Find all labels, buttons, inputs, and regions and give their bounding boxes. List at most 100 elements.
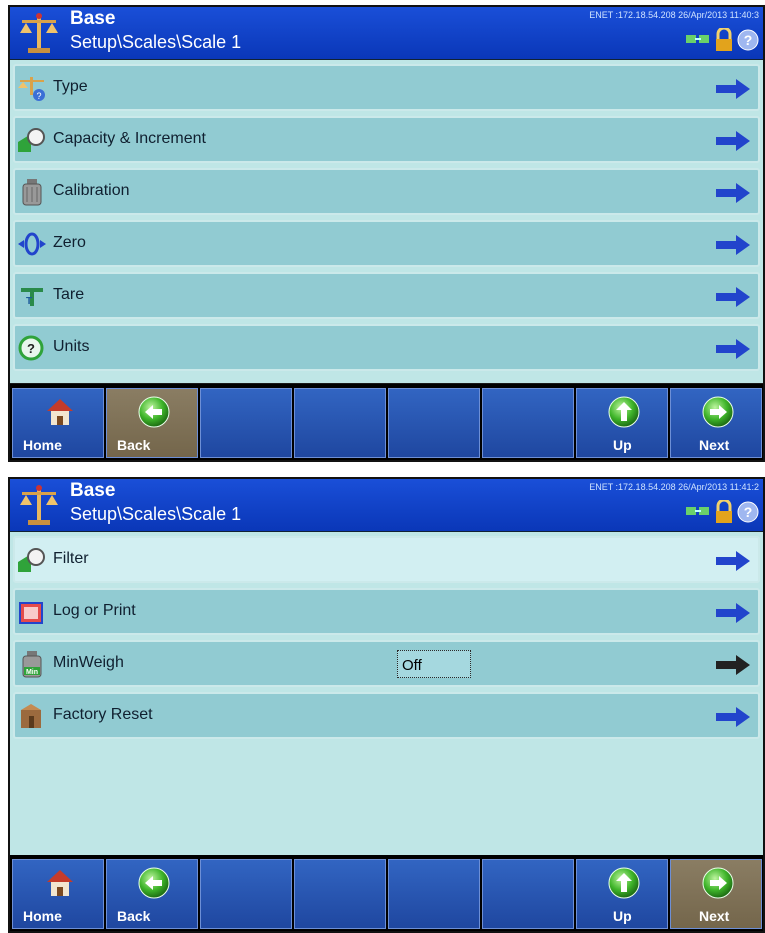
arrow-right-icon[interactable] [716, 235, 750, 255]
calibration-weight-icon [22, 179, 42, 206]
softkey-label: Back [117, 908, 151, 924]
back-softkey[interactable]: Back [106, 388, 198, 458]
next-softkey[interactable]: Next [670, 388, 762, 458]
app-title: Base [70, 480, 116, 501]
menu-item-label: Log or Print [53, 602, 136, 619]
status-text: ENET :172.18.54.208 26/Apr/2013 11:41:2 [589, 482, 759, 492]
menu-item-label: Filter [53, 550, 89, 567]
units-icon: ? [18, 335, 44, 361]
svg-text:Min: Min [26, 669, 38, 676]
softkey-label: Up [613, 437, 632, 453]
menu-item-label: Calibration [53, 182, 130, 199]
lock-icon [716, 28, 732, 51]
network-icon [686, 35, 709, 43]
status-text: ENET :172.18.54.208 26/Apr/2013 11:40:3 [589, 10, 759, 20]
up-softkey[interactable]: Up [576, 388, 668, 458]
arrow-right-icon[interactable] [716, 655, 750, 675]
menu-item-minweigh[interactable]: Min MinWeigh Off [13, 640, 760, 687]
menu-item-zero[interactable]: Zero [13, 220, 760, 267]
back-arrow-icon [138, 396, 170, 428]
menu-item-label: Type [53, 78, 88, 95]
softkey-label: Up [613, 908, 632, 924]
arrow-right-icon[interactable] [716, 287, 750, 307]
breadcrumb: Setup\Scales\Scale 1 [70, 32, 242, 52]
terminal-screen-2: Base Setup\Scales\Scale 1 ENET :172.18.5… [8, 477, 765, 933]
arrow-right-icon[interactable] [716, 131, 750, 151]
menu-item-calibration[interactable]: Calibration [13, 168, 760, 215]
softkey-label: Next [699, 437, 730, 453]
up-arrow-icon [608, 867, 640, 899]
scale-type-icon: ? [18, 77, 45, 101]
menu-item-label: MinWeigh [53, 654, 124, 671]
capacity-icon [18, 128, 45, 152]
log-print-icon [19, 602, 43, 624]
empty-softkey[interactable] [294, 859, 386, 929]
lock-icon [716, 500, 732, 523]
svg-text:?: ? [27, 341, 35, 356]
header-bar: Base Setup\Scales\Scale 1 ENET :172.18.5… [10, 7, 763, 59]
next-softkey[interactable]: Next [670, 859, 762, 929]
help-icon[interactable]: ? [737, 501, 759, 523]
svg-text:?: ? [744, 32, 753, 48]
arrow-right-icon[interactable] [716, 79, 750, 99]
menu-item-label: Tare [53, 286, 85, 303]
up-softkey[interactable]: Up [576, 859, 668, 929]
arrow-right-icon[interactable] [716, 603, 750, 623]
home-softkey[interactable]: Home [12, 388, 104, 458]
minweigh-icon: Min [22, 651, 42, 678]
menu-item-log-or-print[interactable]: Log or Print [13, 588, 760, 635]
home-icon [47, 870, 73, 896]
empty-softkey[interactable] [200, 388, 292, 458]
empty-softkey[interactable] [388, 859, 480, 929]
breadcrumb: Setup\Scales\Scale 1 [70, 504, 242, 524]
menu-item-label: Units [53, 338, 90, 355]
arrow-right-icon[interactable] [716, 707, 750, 727]
factory-reset-icon [21, 704, 41, 728]
menu-item-units[interactable]: ? Units [13, 324, 760, 371]
zero-icon [18, 232, 46, 256]
menu-item-type[interactable]: ? Type [13, 64, 760, 111]
softkey-bar: Home Back Up Next [10, 384, 763, 460]
home-softkey[interactable]: Home [12, 859, 104, 929]
header-bar: Base Setup\Scales\Scale 1 ENET :172.18.5… [10, 479, 763, 531]
empty-softkey[interactable] [482, 859, 574, 929]
terminal-screen-1: Base Setup\Scales\Scale 1 ENET :172.18.5… [8, 5, 765, 462]
up-arrow-icon [608, 396, 640, 428]
empty-softkey[interactable] [482, 388, 574, 458]
softkey-bar: Home Back Up Next [10, 855, 763, 931]
back-softkey[interactable]: Back [106, 859, 198, 929]
arrow-right-icon[interactable] [716, 551, 750, 571]
arrow-right-icon[interactable] [716, 183, 750, 203]
menu-item-label: Factory Reset [53, 706, 153, 723]
tare-icon: T [21, 288, 43, 307]
svg-text:T: T [26, 296, 32, 307]
empty-softkey[interactable] [294, 388, 386, 458]
back-arrow-icon [138, 867, 170, 899]
next-arrow-icon [702, 867, 734, 899]
arrow-right-icon[interactable] [716, 339, 750, 359]
balance-scale-icon [20, 485, 58, 525]
network-icon [686, 507, 709, 515]
home-icon [47, 399, 73, 425]
menu-list: ? Type Capacity & Increment Calibration … [10, 59, 763, 383]
menu-item-tare[interactable]: T Tare [13, 272, 760, 319]
menu-item-factory-reset[interactable]: Factory Reset [13, 692, 760, 739]
svg-text:?: ? [36, 91, 41, 101]
balance-scale-icon [20, 13, 58, 53]
next-arrow-icon [702, 396, 734, 428]
svg-text:?: ? [744, 504, 753, 520]
minweigh-value-field[interactable]: Off [397, 650, 471, 678]
menu-item-filter[interactable]: Filter [13, 536, 760, 583]
empty-softkey[interactable] [388, 388, 480, 458]
softkey-label: Home [23, 908, 62, 924]
softkey-label: Next [699, 908, 730, 924]
softkey-label: Back [117, 437, 151, 453]
menu-item-capacity-increment[interactable]: Capacity & Increment [13, 116, 760, 163]
menu-item-label: Capacity & Increment [53, 130, 206, 147]
empty-softkey[interactable] [200, 859, 292, 929]
menu-item-label: Zero [53, 234, 86, 251]
softkey-label: Home [23, 437, 62, 453]
menu-list: Filter Log or Print Min MinWeigh Off Fac… [10, 531, 763, 856]
filter-icon [18, 548, 45, 572]
help-icon[interactable]: ? [737, 29, 759, 51]
